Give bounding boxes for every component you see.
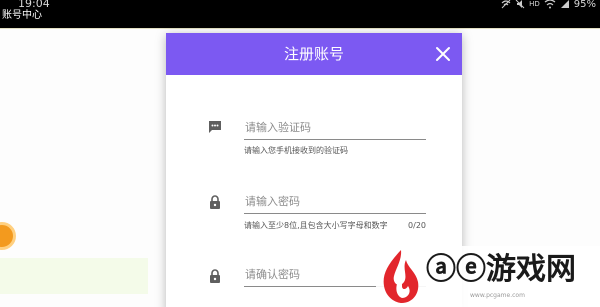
flame-logo-icon [383,250,419,303]
close-icon[interactable] [434,45,452,63]
wifi-off-icon [501,0,511,9]
divider [0,28,600,29]
message-icon [209,121,221,133]
battery-percent: 95% [573,0,596,10]
status-time: 19:04 [18,0,50,10]
verification-code-input[interactable] [244,116,426,140]
dialog-title: 注册账号 [283,45,344,63]
hd-icon: HD [529,0,540,8]
watermark: ⓐⓔ游戏网 www.pcgame.com [376,246,600,307]
mute-icon [515,0,525,9]
lock-icon [210,195,220,209]
verification-code-hint: 请输入您手机接收到的验证码 [244,146,348,155]
watermark-url: www.pcgame.com [470,292,525,299]
password-counter: 0/20 [408,221,426,230]
password-hint: 请输入至少8位,且包含大小写字母和数字 [244,221,388,230]
status-icons: HD 95% [501,0,596,10]
status-app-name: 账号中心 [2,10,42,21]
status-bar: 19:04 账号中心 HD 95% [0,0,600,28]
signal-bars-icon [560,0,569,8]
background-panel [0,258,148,294]
password-input[interactable] [244,190,426,214]
watermark-text: ⓐⓔ游戏网 [426,252,576,287]
signal-icon [544,0,556,9]
lock-icon [210,269,220,283]
dialog-header: 注册账号 [166,33,462,75]
